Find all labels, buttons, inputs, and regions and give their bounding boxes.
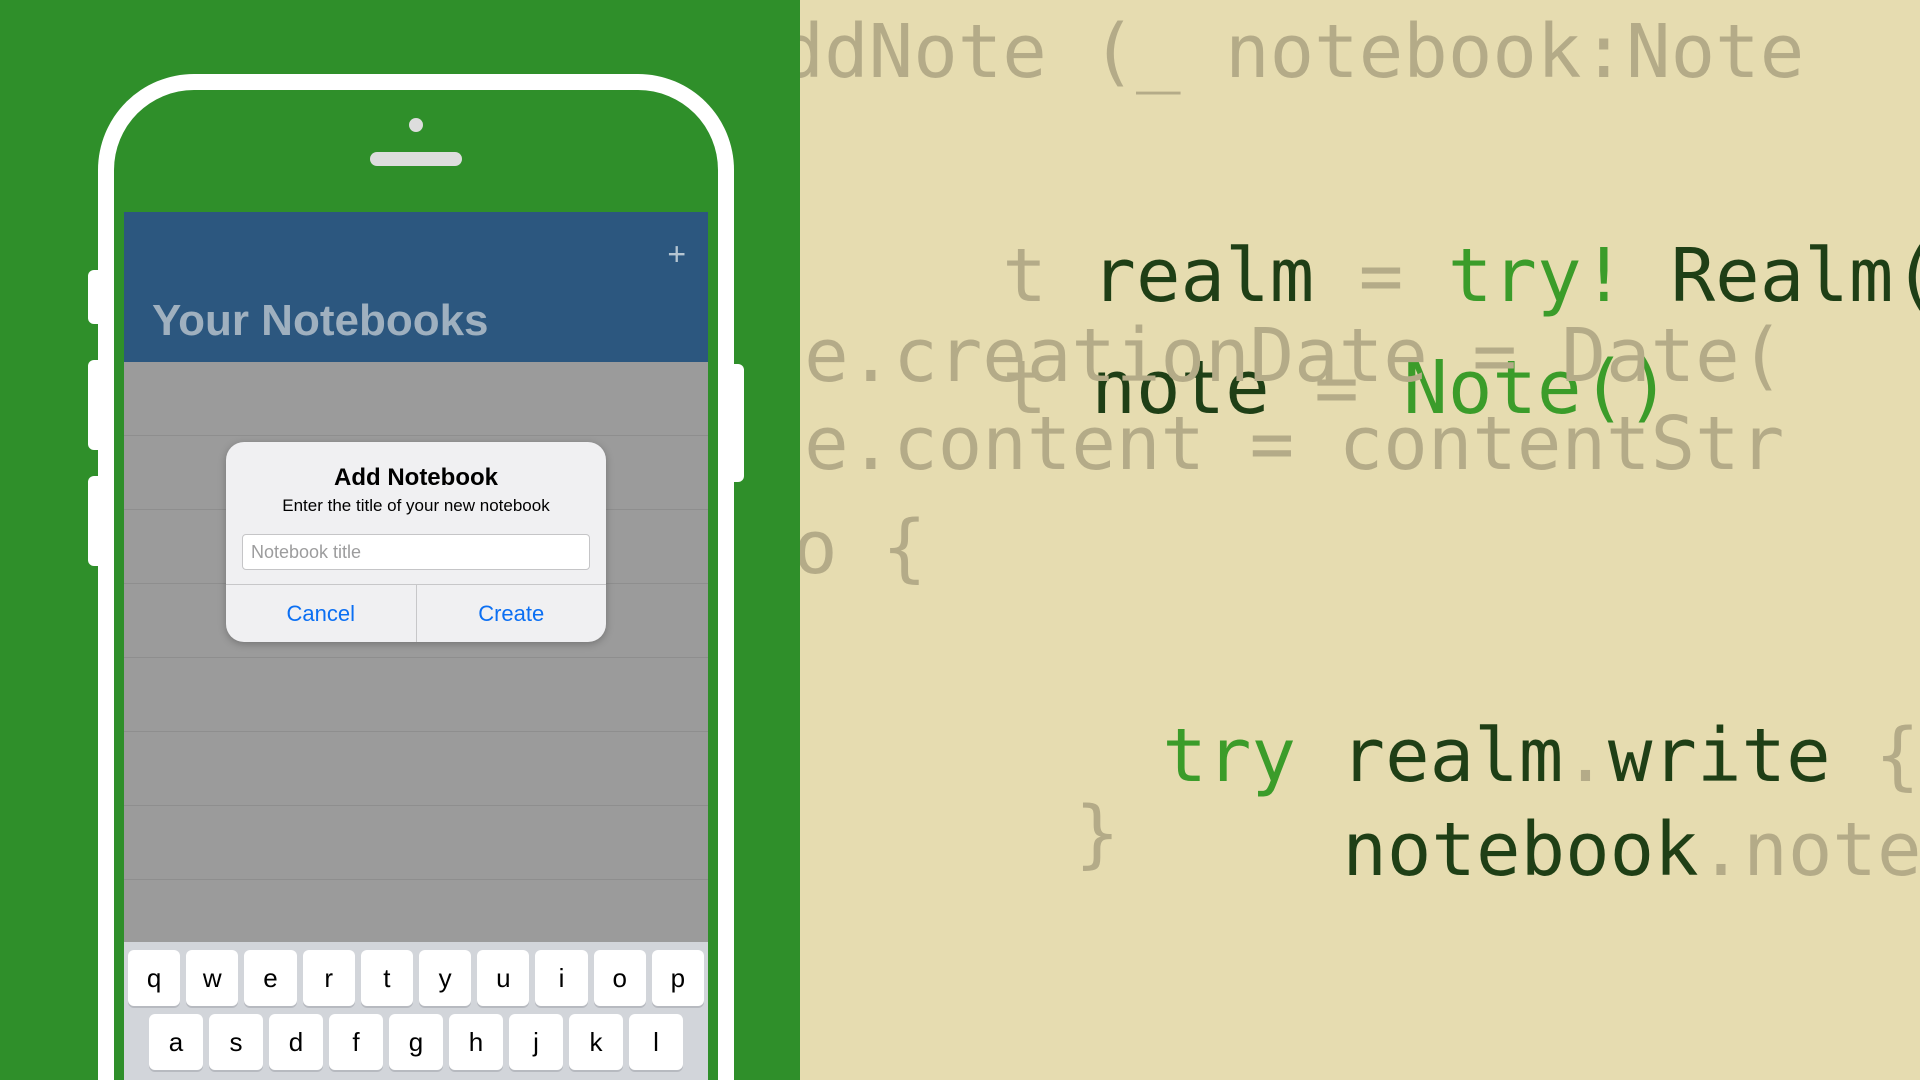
navbar: + Your Notebooks bbox=[124, 212, 708, 362]
key[interactable]: l bbox=[629, 1014, 683, 1070]
phone-power-button-icon bbox=[732, 364, 744, 482]
phone-screen: + Your Notebooks Add Notebook Enter the … bbox=[124, 212, 708, 1080]
keyboard-row-2: a s d f g h j k l bbox=[128, 1014, 704, 1070]
key[interactable]: f bbox=[329, 1014, 383, 1070]
add-notebook-dialog: Add Notebook Enter the title of your new… bbox=[226, 442, 606, 642]
phone-volume-up-icon bbox=[88, 360, 100, 450]
key[interactable]: g bbox=[389, 1014, 443, 1070]
code-line: } bbox=[1075, 778, 1120, 890]
phone-volume-down-icon bbox=[88, 476, 100, 566]
key[interactable]: u bbox=[477, 950, 529, 1006]
key[interactable]: e bbox=[244, 950, 296, 1006]
code-line: addNote (_ notebook:Note bbox=[775, 0, 1804, 108]
key[interactable]: a bbox=[149, 1014, 203, 1070]
key[interactable]: o bbox=[594, 950, 646, 1006]
key[interactable]: y bbox=[419, 950, 471, 1006]
phone-frame: + Your Notebooks Add Notebook Enter the … bbox=[98, 74, 734, 1080]
add-icon[interactable]: + bbox=[667, 236, 686, 273]
key[interactable]: w bbox=[186, 950, 238, 1006]
key[interactable]: r bbox=[303, 950, 355, 1006]
key[interactable]: j bbox=[509, 1014, 563, 1070]
key[interactable]: s bbox=[209, 1014, 263, 1070]
notebook-title-input[interactable]: Notebook title bbox=[242, 534, 590, 570]
key[interactable]: p bbox=[652, 950, 704, 1006]
create-button[interactable]: Create bbox=[416, 585, 607, 642]
keyboard[interactable]: q w e r t y u i o p a s d f g h bbox=[124, 942, 708, 1080]
dialog-message: Enter the title of your new notebook bbox=[226, 496, 606, 530]
phone-speaker-icon bbox=[370, 152, 462, 166]
code-line: notebook.notes.ap bbox=[1075, 682, 1920, 1018]
key[interactable]: k bbox=[569, 1014, 623, 1070]
dialog-title: Add Notebook bbox=[226, 442, 606, 496]
key[interactable]: t bbox=[361, 950, 413, 1006]
key[interactable]: d bbox=[269, 1014, 323, 1070]
key[interactable]: q bbox=[128, 950, 180, 1006]
code-line: ote.content = contentStr bbox=[775, 388, 1784, 500]
keyboard-row-1: q w e r t y u i o p bbox=[128, 950, 704, 1006]
phone-mute-switch-icon bbox=[88, 270, 100, 324]
key[interactable]: h bbox=[449, 1014, 503, 1070]
phone-camera-icon bbox=[409, 118, 423, 132]
key[interactable]: i bbox=[535, 950, 587, 1006]
code-panel: addNote (_ notebook:Note t realm = try! … bbox=[775, 0, 1920, 1080]
page-title: Your Notebooks bbox=[152, 296, 489, 346]
cancel-button[interactable]: Cancel bbox=[226, 585, 416, 642]
